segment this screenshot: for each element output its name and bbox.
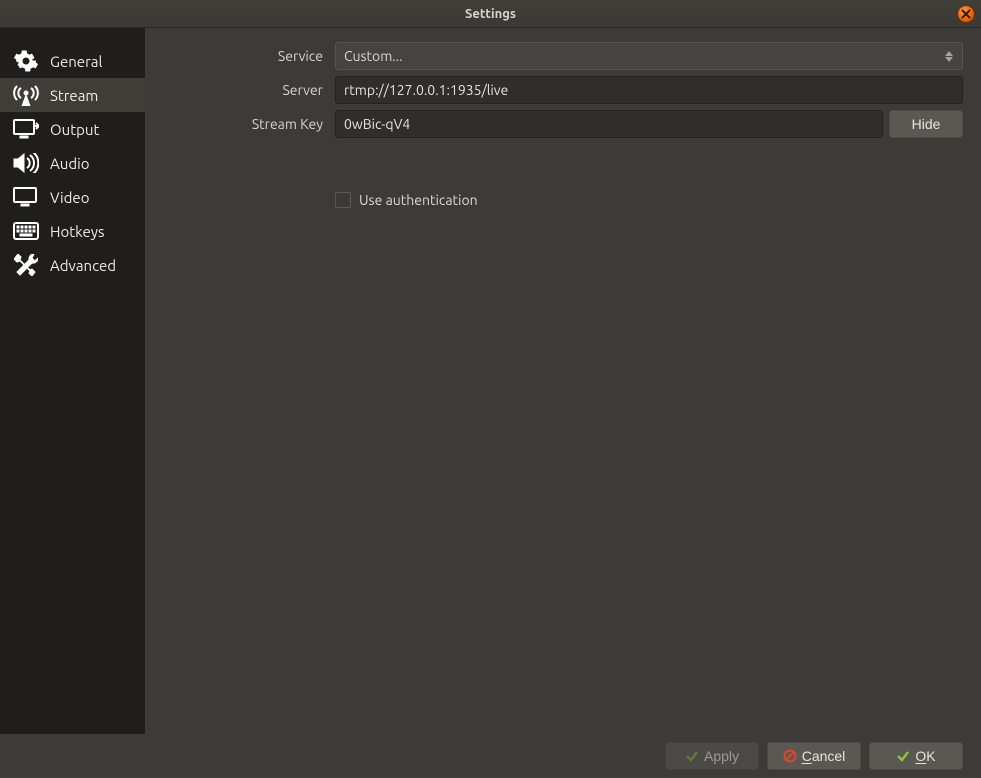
antenna-icon (12, 84, 40, 106)
sidebar-item-label: Audio (50, 155, 135, 172)
sidebar-item-label: General (50, 53, 135, 70)
sidebar-item-label: Stream (50, 87, 135, 104)
sidebar-item-audio[interactable]: Audio (0, 146, 145, 180)
keyboard-icon (12, 220, 40, 242)
window-title: Settings (465, 7, 516, 21)
sidebar-item-label: Hotkeys (50, 223, 135, 240)
use-auth-checkbox[interactable] (335, 192, 351, 208)
server-input[interactable] (335, 76, 963, 104)
service-value: Custom... (344, 48, 403, 64)
titlebar: Settings (0, 0, 981, 28)
ok-button[interactable]: OK (869, 742, 963, 770)
streamkey-input[interactable] (335, 110, 883, 138)
service-label: Service (145, 48, 335, 64)
sidebar-item-label: Advanced (50, 257, 135, 274)
check-icon (896, 749, 910, 763)
check-icon (685, 749, 699, 763)
ok-label: OK (915, 748, 935, 764)
sidebar-item-label: Video (50, 189, 135, 206)
use-auth-row: Use authentication (335, 192, 963, 208)
use-auth-label: Use authentication (359, 192, 478, 208)
stream-settings-panel: Service Custom... Server Stream Key Hide… (145, 28, 981, 734)
cancel-icon (783, 749, 797, 763)
updown-icon (942, 47, 956, 65)
sidebar-item-general[interactable]: General (0, 44, 145, 78)
settings-sidebar: General Stream Output Audio Video (0, 28, 145, 734)
cancel-label: Cancel (802, 748, 846, 764)
sidebar-item-video[interactable]: Video (0, 180, 145, 214)
sidebar-item-output[interactable]: Output (0, 112, 145, 146)
speaker-icon (12, 152, 40, 174)
gear-icon (12, 50, 40, 72)
sidebar-item-stream[interactable]: Stream (0, 78, 145, 112)
close-icon (961, 6, 971, 22)
monitor-icon (12, 186, 40, 208)
apply-button[interactable]: Apply (665, 742, 759, 770)
sidebar-item-advanced[interactable]: Advanced (0, 248, 145, 282)
close-button[interactable] (957, 5, 975, 23)
tools-icon (12, 254, 40, 276)
hide-button[interactable]: Hide (889, 110, 963, 138)
sidebar-item-label: Output (50, 121, 135, 138)
server-label: Server (145, 82, 335, 98)
service-dropdown[interactable]: Custom... (335, 42, 963, 70)
sidebar-item-hotkeys[interactable]: Hotkeys (0, 214, 145, 248)
streamkey-label: Stream Key (145, 116, 335, 132)
output-icon (12, 118, 40, 140)
streamkey-row: Stream Key Hide (145, 110, 963, 138)
server-row: Server (145, 76, 963, 104)
dialog-footer: Apply Cancel OK (0, 734, 981, 778)
cancel-button[interactable]: Cancel (767, 742, 861, 770)
service-row: Service Custom... (145, 42, 963, 70)
apply-label: Apply (704, 748, 739, 764)
